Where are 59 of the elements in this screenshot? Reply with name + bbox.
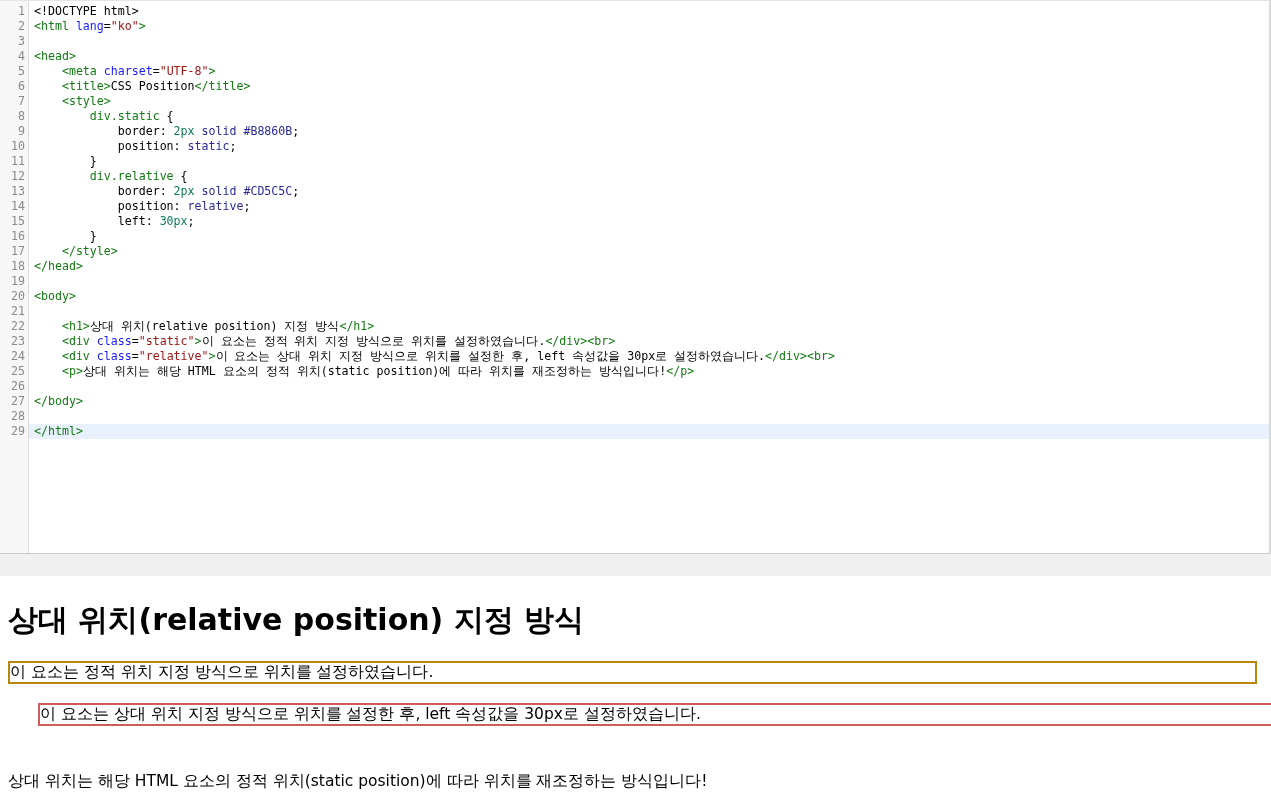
code-line: border: 2px solid #B8860B;: [116, 124, 300, 138]
line-number: 24: [10, 349, 26, 364]
line-number: 6: [17, 79, 26, 94]
code-line: </head>: [34, 259, 83, 273]
code-line: </body>: [34, 394, 83, 408]
line-number: 29: [10, 424, 26, 439]
line-number: 8: [17, 109, 26, 124]
relative-box: 이 요소는 상대 위치 지정 방식으로 위치를 설정한 후, left 속성값을 30px로 설정하였습니다.: [38, 703, 1271, 726]
line-number: 15: [10, 214, 26, 229]
code-line: }: [88, 229, 97, 243]
code-line: <!DOCTYPE html>: [34, 4, 139, 18]
code-line: <meta charset="UTF-8">: [60, 64, 216, 78]
line-number: 2: [17, 19, 26, 34]
line-number: 19: [10, 274, 26, 289]
code-editor[interactable]: [0, 0, 1271, 554]
code-line: border: 2px solid #CD5C5C;: [116, 184, 300, 198]
line-number: 22: [10, 319, 26, 334]
line-number: 28: [10, 409, 26, 424]
code-line: left: 30px;: [116, 214, 195, 228]
code-line: <html lang="ko">: [34, 19, 146, 33]
code-line: <title>CSS Position</title>: [60, 79, 251, 93]
line-number: 1: [17, 4, 26, 19]
line-number: 11: [10, 154, 26, 169]
body-paragraph: 상대 위치는 해당 HTML 요소의 정적 위치(static position)에 따라 위치를 재조정하는 방식입니다!: [8, 771, 709, 792]
line-number: 27: [10, 394, 26, 409]
code-line: }: [88, 154, 97, 168]
code-line: <div class="static">이 요소는 정적 위치 지정 방식으로 위치를 설정하였습니다.</div><br>: [60, 334, 616, 348]
line-number: 23: [10, 334, 26, 349]
pane-splitter[interactable]: [0, 554, 1271, 576]
code-line: </style>: [60, 244, 118, 258]
line-number: 9: [17, 124, 26, 139]
code-line: position: relative;: [116, 199, 251, 213]
line-number: 4: [17, 49, 26, 64]
code-line: <p>상대 위치는 해당 HTML 요소의 정적 위치(static position)에 따라 위치를 재조정하는 방식입니다!</p>: [60, 364, 695, 378]
line-number: 21: [10, 304, 26, 319]
code-line: </html>: [34, 424, 83, 438]
line-number: 16: [10, 229, 26, 244]
page-heading: 상대 위치(relative position) 지정 방식: [8, 601, 586, 639]
code-line: div.static {: [88, 109, 174, 123]
line-number: 5: [17, 64, 26, 79]
code-line: <h1>상대 위치(relative position) 지정 방식</h1>: [60, 319, 375, 333]
line-number: 14: [10, 199, 26, 214]
line-number: 13: [10, 184, 26, 199]
code-line: <style>: [60, 94, 111, 108]
code-line: div.relative {: [88, 169, 188, 183]
code-line: position: static;: [116, 139, 237, 153]
line-number: 10: [10, 139, 26, 154]
code-line: <body>: [34, 289, 76, 303]
static-box: 이 요소는 정적 위치 지정 방식으로 위치를 설정하였습니다.: [8, 661, 1257, 684]
code-line: <head>: [34, 49, 76, 63]
line-number: 7: [17, 94, 26, 109]
line-number: 3: [17, 34, 26, 49]
line-number: 17: [10, 244, 26, 259]
line-number: 20: [10, 289, 26, 304]
line-number: 18: [10, 259, 26, 274]
line-number: 12: [10, 169, 26, 184]
line-number: 26: [10, 379, 26, 394]
line-number: 25: [10, 364, 26, 379]
code-line: <div class="relative">이 요소는 상대 위치 지정 방식으로 위치를 설정한 후, left 속성값을 30px로 설정하였습니다.</div><br>: [60, 349, 835, 363]
